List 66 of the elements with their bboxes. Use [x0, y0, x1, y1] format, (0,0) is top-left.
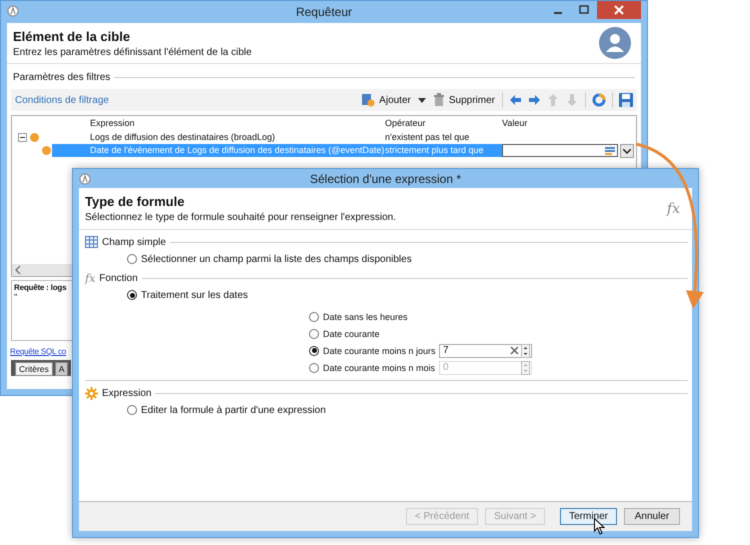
number-input-field[interactable]: 7	[439, 344, 532, 358]
table-cell[interactable]: Logs de diffusion des destinataires (broadLog)	[52, 131, 385, 144]
header-title: Type de formule	[85, 194, 186, 209]
radio-icon[interactable]	[127, 405, 137, 415]
trash-icon	[432, 93, 445, 107]
section-label: Champ simple	[102, 236, 166, 248]
tab[interactable]: A	[54, 362, 68, 376]
save-icon[interactable]	[619, 93, 633, 107]
column-header: Opérateur	[385, 117, 427, 130]
collapse-icon[interactable]	[18, 133, 27, 142]
function-symbol: fx	[666, 200, 680, 216]
left-arrow-icon[interactable]	[509, 94, 522, 106]
header-subtitle: Entrez les paramètres définissant l'élément de la cible	[13, 46, 252, 58]
column-header: Valeur	[502, 117, 528, 130]
app-icon	[7, 5, 19, 17]
radio-button[interactable]: Date courante moins n mois	[309, 362, 436, 372]
caret-icon	[623, 148, 631, 154]
table-cell[interactable]: n'existent pas tel que	[385, 131, 502, 144]
gear-icon	[85, 386, 98, 400]
radio-icon[interactable]	[309, 362, 319, 372]
value-input-field[interactable]	[502, 144, 618, 157]
column-header: Expression	[89, 117, 136, 130]
horizontal-scrollbar[interactable]	[12, 264, 72, 276]
sql-link[interactable]: Requête SQL co	[10, 347, 66, 356]
refresh-icon[interactable]	[592, 93, 606, 107]
status-dot-icon	[42, 146, 51, 155]
function-symbol: fx	[85, 272, 96, 284]
add-button[interactable]: Ajouter	[360, 92, 412, 108]
radio-icon[interactable]	[309, 312, 319, 322]
radio-icon[interactable]	[127, 254, 137, 264]
header-title: Elément de la cible	[13, 28, 132, 44]
radio-button[interactable]: Date sans les heures	[309, 312, 408, 322]
group-label: Paramètres des filtres	[13, 72, 110, 83]
dialog-button[interactable]: Terminer	[560, 508, 617, 525]
radio-button[interactable]: Sélectionner un champ parmi la liste des champs disponibles	[127, 254, 412, 264]
spinner-icon[interactable]	[521, 344, 530, 358]
section-label: Fonction	[99, 272, 138, 284]
delete-button[interactable]: Supprimer	[432, 92, 496, 108]
app-icon	[79, 173, 91, 185]
status-dot-icon	[30, 133, 39, 142]
radio-button[interactable]: Traitement sur les dates	[127, 290, 248, 300]
header-subtitle: Sélectionnez le type de formule souhaité pour renseigner l'expression.	[85, 212, 396, 223]
section-label: Expression	[102, 388, 152, 398]
close-icon[interactable]	[597, 1, 641, 19]
radio-icon[interactable]	[127, 290, 137, 300]
window-title: Requêteur	[296, 5, 352, 19]
grid-icon	[85, 236, 98, 248]
right-arrow-icon[interactable]	[528, 94, 541, 106]
query-text: ''	[14, 292, 18, 302]
radio-button[interactable]: Date courante	[309, 328, 380, 338]
radio-icon[interactable]	[309, 328, 319, 338]
tab[interactable]: Critères	[15, 362, 53, 376]
dropdown-button[interactable]	[620, 144, 634, 158]
query-label: Requête : logs	[14, 283, 66, 292]
user-avatar-icon	[599, 27, 631, 59]
clear-icon[interactable]	[510, 346, 519, 355]
mouse-cursor-icon	[594, 518, 605, 535]
add-icon	[361, 93, 376, 107]
caret-icon[interactable]	[418, 98, 426, 102]
dialog-button[interactable]: Annuler	[624, 508, 680, 525]
radio-icon[interactable]	[309, 346, 319, 356]
toolbar-title: Conditions de filtrage	[15, 94, 109, 106]
radio-button[interactable]: Date courante moins n jours	[309, 346, 436, 356]
radio-button[interactable]: Editer la formule à partir d'une expression	[127, 404, 326, 416]
list-icon[interactable]	[605, 146, 615, 154]
dialog-title: Sélection d'une expression *	[310, 172, 462, 186]
